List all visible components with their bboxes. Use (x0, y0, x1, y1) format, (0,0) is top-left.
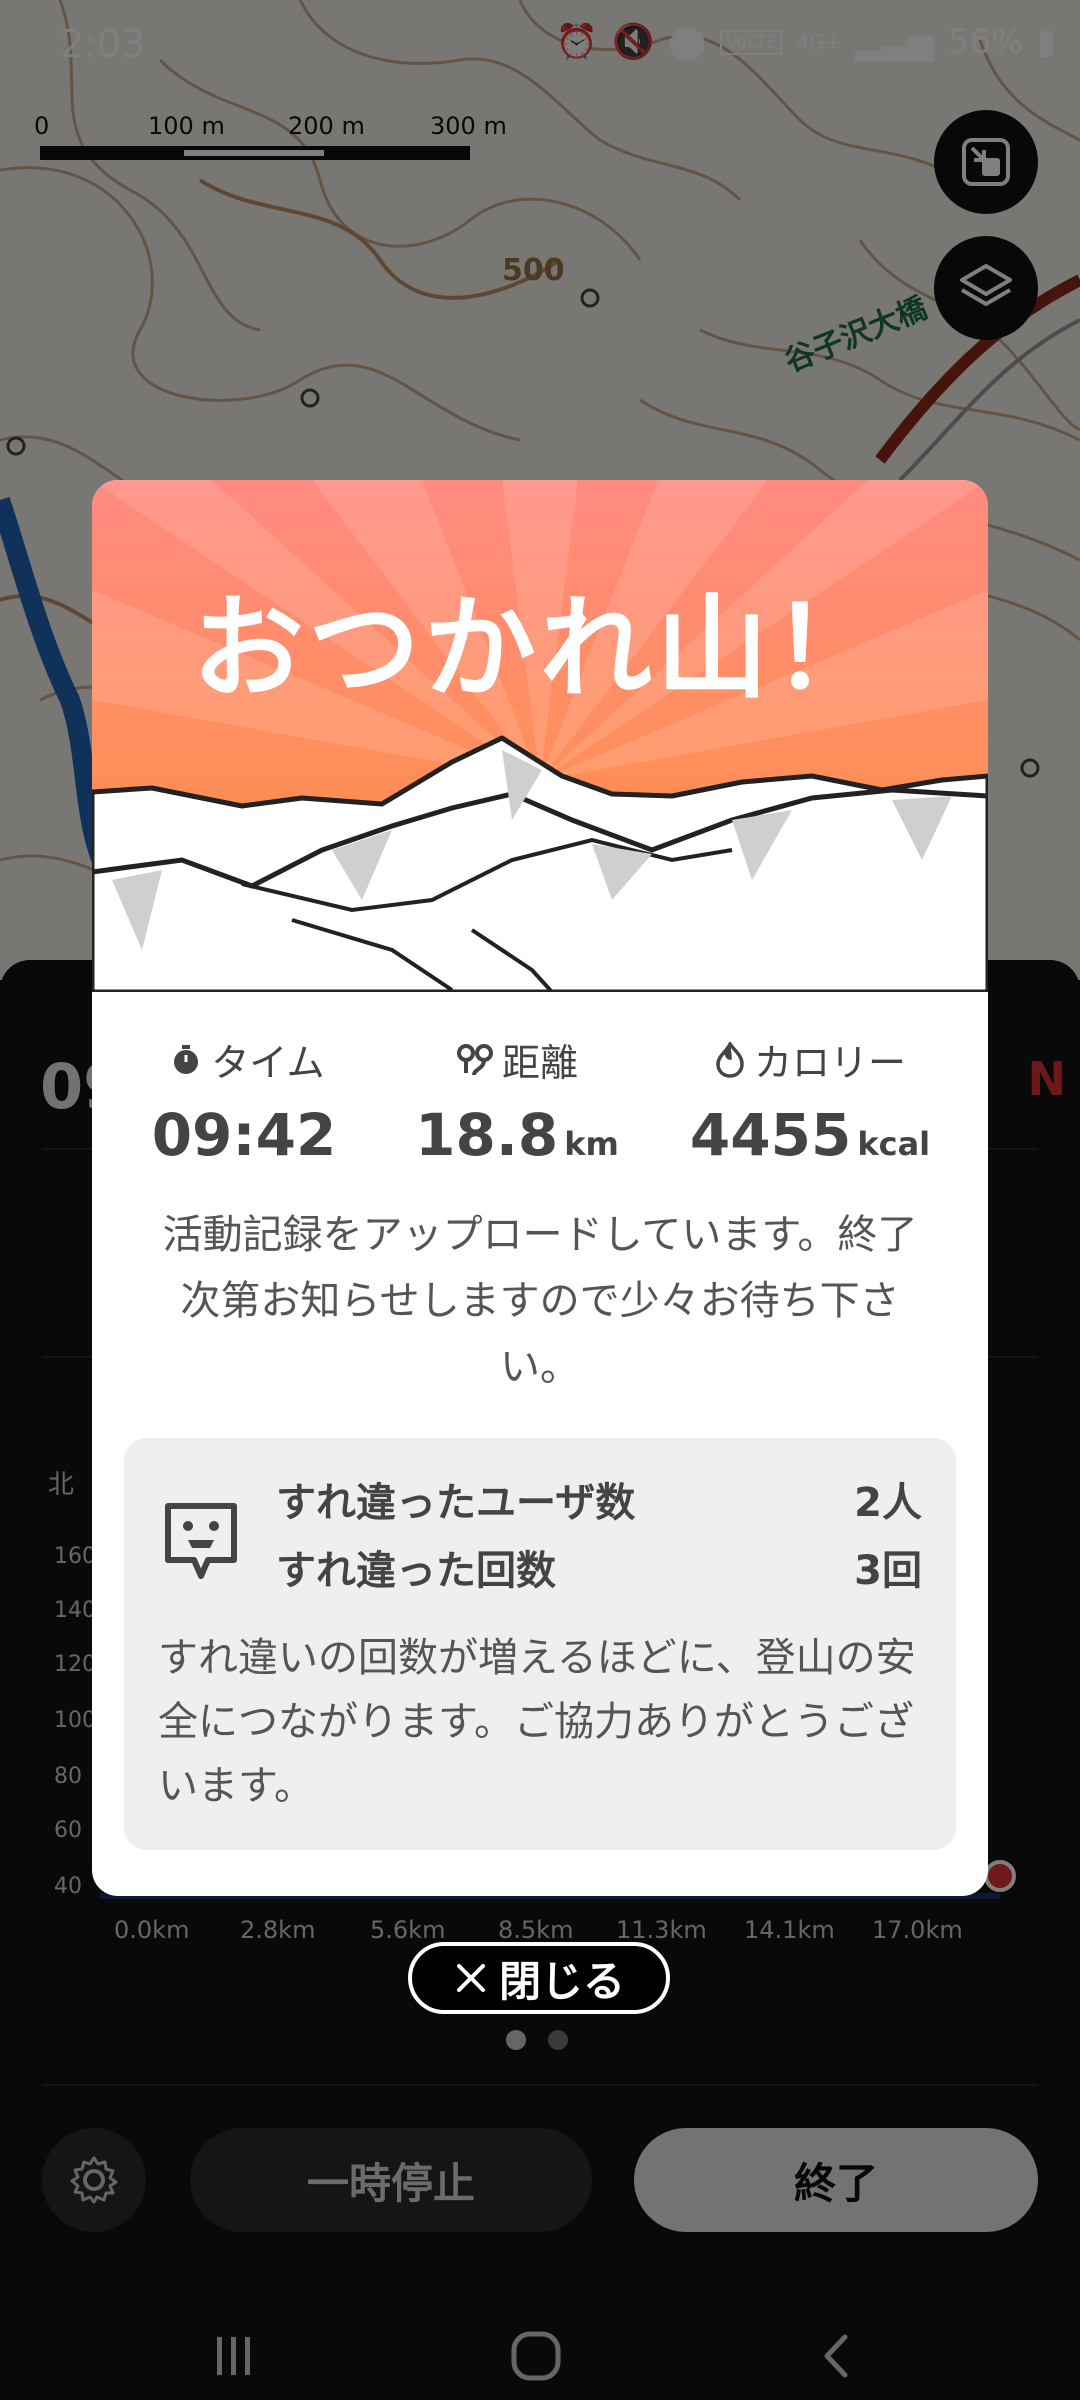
stat-distance: 距離 18.8 km (382, 1032, 652, 1169)
stat-calories-label: カロリー (753, 1041, 906, 1085)
dialog-title: おつかれ山！ (192, 584, 888, 714)
smiley-chat-icon (165, 1503, 237, 1579)
stat-calories-value: 4455 (689, 1101, 852, 1169)
encounter-users-label: すれ違ったユーザ数 (276, 1480, 636, 1526)
stat-distance-value: 18.8 (415, 1101, 559, 1169)
stat-calories: カロリー 4455 kcal (652, 1032, 968, 1169)
activity-complete-dialog: おつかれ山！ タイム 09:42 距離 18.8 km カロリー 4455 kc… (92, 480, 988, 1896)
stat-distance-label-row: 距離 (382, 1032, 652, 1087)
encounter-note: すれ違いの回数が増えるほどに、登山の安全につながります。ご協力ありがとうございま… (158, 1635, 916, 1809)
stat-time-label: タイム (211, 1041, 325, 1085)
close-dialog-button[interactable]: 閉じる (408, 1942, 670, 2014)
upload-status-message: 活動記録をアップロードしています。終了次第お知らせしますので少々お待ち下さい。 (162, 1212, 918, 1390)
stat-calories-value-row: 4455 kcal (652, 1101, 968, 1169)
route-pin-icon (456, 1043, 493, 1075)
stat-time-value-row: 09:42 (112, 1101, 382, 1169)
close-icon (456, 1964, 485, 1992)
encounter-users-value: 2人 (854, 1480, 922, 1526)
stat-time: タイム 09:42 (112, 1032, 382, 1169)
stat-time-label-row: タイム (112, 1032, 382, 1087)
mountain-sunburst-image (92, 480, 988, 995)
stat-distance-label: 距離 (501, 1041, 578, 1085)
encounter-summary: すれ違ったユーザ数 2人 すれ違った回数 3回 すれ違いの回数が増えるほどに、登… (124, 1438, 956, 1850)
encounter-count-label: すれ違った回数 (276, 1548, 556, 1594)
close-dialog-label: 閉じる (498, 1956, 625, 2006)
stat-calories-unit: kcal (857, 1125, 931, 1163)
encounter-count-value: 3回 (854, 1548, 922, 1594)
stat-distance-unit: km (564, 1125, 619, 1163)
stat-distance-value-row: 18.8 km (382, 1101, 652, 1169)
stat-time-value: 09:42 (151, 1101, 337, 1169)
flame-icon (716, 1041, 744, 1078)
stat-calories-label-row: カロリー (652, 1032, 968, 1087)
hero-illustration: おつかれ山！ (92, 480, 988, 995)
stopwatch-icon (174, 1044, 199, 1074)
